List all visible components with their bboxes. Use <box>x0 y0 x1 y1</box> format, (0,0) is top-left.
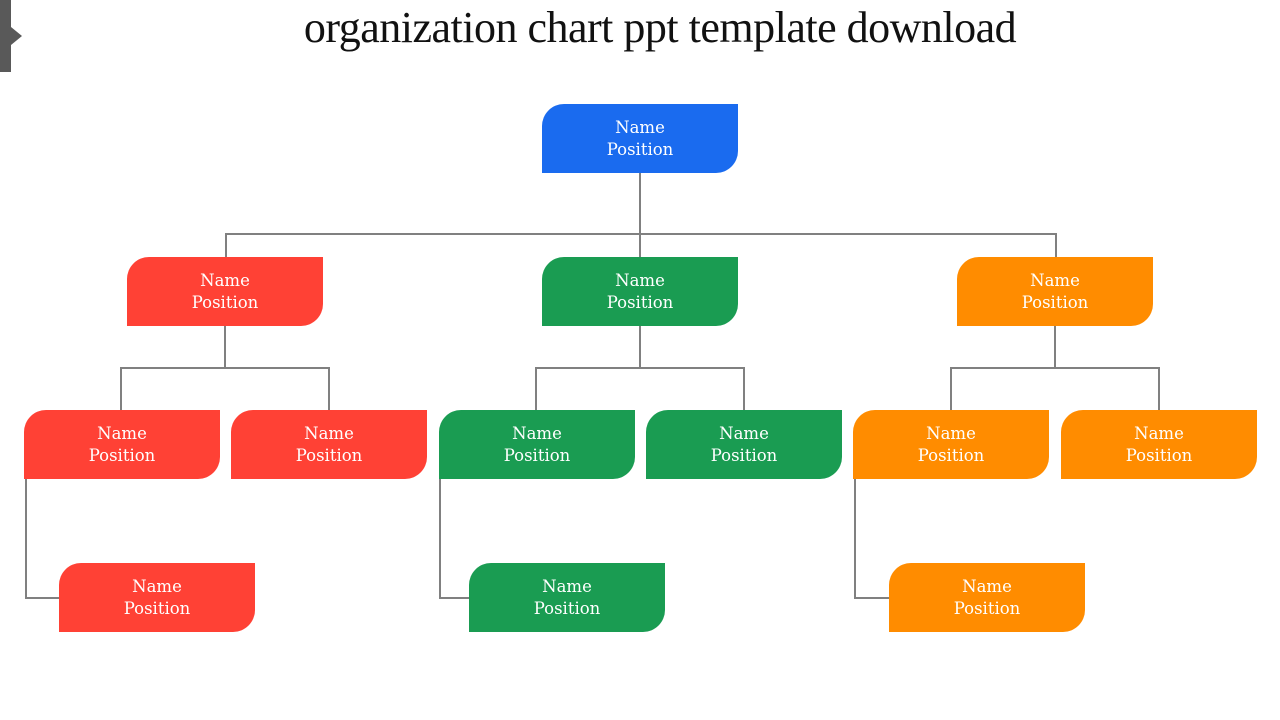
node-position: Position <box>533 598 601 618</box>
node-position: Position <box>606 292 674 312</box>
connector-orange-branch <box>950 326 1160 410</box>
node-name: Name <box>615 270 665 290</box>
connector-green-sub <box>439 479 469 599</box>
node-name: Name <box>719 423 769 443</box>
node-position: Position <box>503 445 571 465</box>
node-position: Position <box>88 445 156 465</box>
org-node-orange-head[interactable]: Name Position <box>957 257 1153 326</box>
org-node-green-1[interactable]: Name Position <box>439 410 635 479</box>
org-node-red-3[interactable]: Name Position <box>59 563 255 632</box>
node-name: Name <box>132 576 182 596</box>
org-node-green-3[interactable]: Name Position <box>469 563 665 632</box>
node-position: Position <box>191 292 259 312</box>
org-node-green-2[interactable]: Name Position <box>646 410 842 479</box>
org-node-red-1[interactable]: Name Position <box>24 410 220 479</box>
node-position: Position <box>917 445 985 465</box>
org-node-red-2[interactable]: Name Position <box>231 410 427 479</box>
connector-top-to-level2 <box>225 173 1057 257</box>
org-node-green-head[interactable]: Name Position <box>542 257 738 326</box>
node-position: Position <box>123 598 191 618</box>
node-name: Name <box>1134 423 1184 443</box>
connector-green-branch <box>535 326 745 410</box>
node-name: Name <box>304 423 354 443</box>
node-name: Name <box>200 270 250 290</box>
org-node-orange-1[interactable]: Name Position <box>853 410 1049 479</box>
node-name: Name <box>542 576 592 596</box>
node-position: Position <box>606 139 674 159</box>
node-position: Position <box>295 445 363 465</box>
org-node-orange-2[interactable]: Name Position <box>1061 410 1257 479</box>
connector-orange-sub <box>854 479 889 599</box>
connector-red-branch <box>120 326 330 410</box>
node-name: Name <box>962 576 1012 596</box>
node-position: Position <box>1021 292 1089 312</box>
node-position: Position <box>953 598 1021 618</box>
org-node-red-head[interactable]: Name Position <box>127 257 323 326</box>
node-name: Name <box>512 423 562 443</box>
node-name: Name <box>1030 270 1080 290</box>
org-node-orange-3[interactable]: Name Position <box>889 563 1085 632</box>
node-name: Name <box>97 423 147 443</box>
node-position: Position <box>710 445 778 465</box>
connector-red-sub <box>25 479 59 599</box>
org-node-top[interactable]: Name Position <box>542 104 738 173</box>
node-position: Position <box>1125 445 1193 465</box>
node-name: Name <box>926 423 976 443</box>
node-name: Name <box>615 117 665 137</box>
